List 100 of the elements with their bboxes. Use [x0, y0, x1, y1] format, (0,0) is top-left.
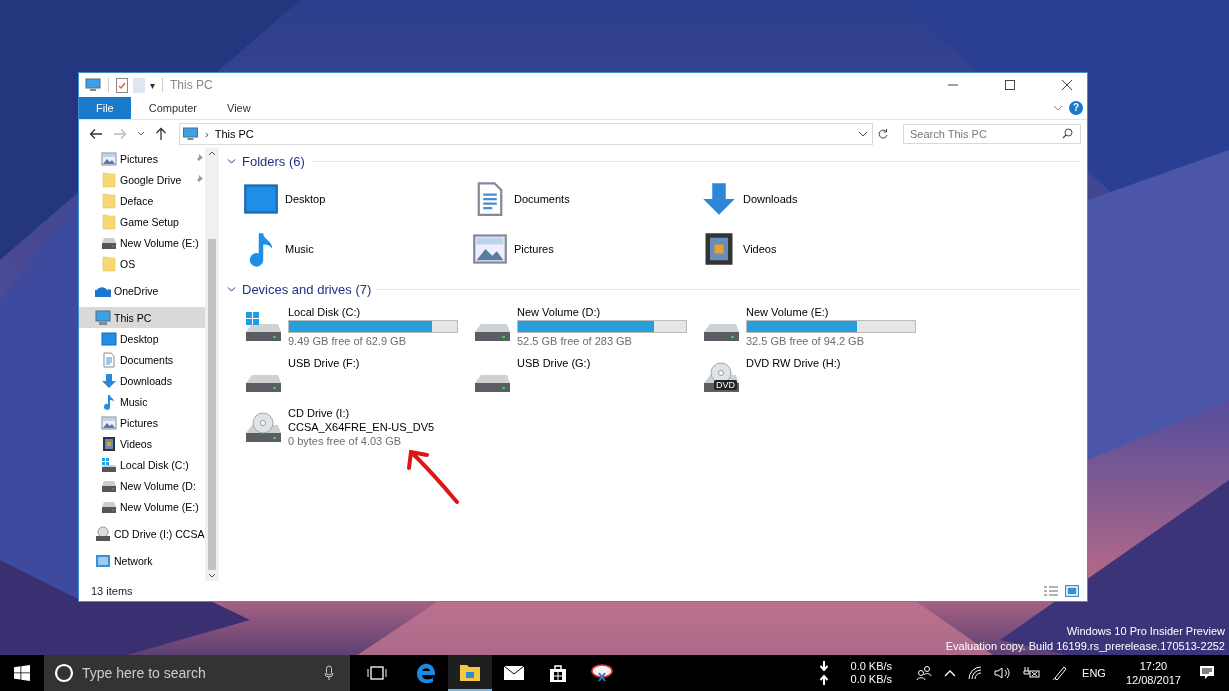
nav-item[interactable]: Music: [79, 391, 205, 412]
volume-label: CCSA_X64FRE_EN-US_DV5: [288, 421, 435, 433]
folder-name[interactable]: Music: [285, 243, 314, 255]
film-icon: [101, 435, 117, 452]
search-field[interactable]: Search This PC: [903, 124, 1081, 144]
nav-item[interactable]: Downloads: [79, 370, 205, 391]
chevron-up-icon[interactable]: [944, 669, 957, 677]
nav-item[interactable]: Pictures: [79, 148, 205, 169]
free-space-text: 0 bytes free of 4.03 GB: [288, 435, 403, 447]
scroll-down-icon[interactable]: [208, 573, 216, 579]
drive-name[interactable]: New Volume (D:): [517, 306, 687, 318]
ribbon-tab[interactable]: Computer: [136, 97, 210, 119]
up-arrow-icon[interactable]: [155, 127, 167, 141]
wifi-icon[interactable]: [968, 666, 983, 680]
folder-name[interactable]: Videos: [743, 243, 777, 255]
ribbon-tab[interactable]: View: [215, 97, 263, 119]
nav-item[interactable]: OS: [79, 253, 205, 274]
circle-icon[interactable]: [54, 663, 74, 683]
folder-icon: [459, 662, 481, 682]
microphone-icon[interactable]: [324, 665, 334, 681]
envelope-icon: [503, 665, 525, 681]
group-heading[interactable]: Folders (6): [242, 153, 305, 169]
folder-name[interactable]: Documents: [514, 193, 570, 205]
scissors-icon: [591, 662, 613, 684]
nav-item[interactable]: OneDrive: [79, 280, 205, 301]
nav-item[interactable]: Game Setup: [79, 211, 205, 232]
free-space-text: 9.49 GB free of 62.9 GB: [288, 335, 407, 347]
document-icon: [101, 351, 117, 368]
task-view-icon[interactable]: [367, 666, 387, 680]
free-space-text: 32.5 GB free of 94.2 GB: [746, 335, 865, 347]
back-arrow-icon[interactable]: [89, 128, 103, 140]
download-icon: [101, 372, 117, 389]
battery-icon[interactable]: [1022, 666, 1041, 680]
watermark-text: Evaluation copy. Build 16199.rs_prerelease.170513-2252: [945, 639, 1225, 654]
monitor-icon: [182, 127, 199, 141]
drive-name[interactable]: USB Drive (F:): [288, 357, 360, 369]
folder-name[interactable]: Downloads: [743, 193, 798, 205]
folder-icon: [101, 192, 117, 209]
windows-logo-icon[interactable]: [14, 665, 30, 681]
nav-item[interactable]: Pictures: [79, 412, 205, 433]
scrollbar-thumb[interactable]: [208, 239, 216, 570]
properties-icon[interactable]: [116, 77, 128, 93]
nav-item[interactable]: New Volume (E:): [79, 496, 205, 517]
speaker-icon[interactable]: [994, 666, 1011, 680]
nav-item[interactable]: Documents: [79, 349, 205, 370]
chevron-icon[interactable]: [858, 130, 868, 138]
pictures-folder-icon: [101, 150, 117, 167]
drive-name[interactable]: Local Disk (C:): [288, 306, 458, 318]
refresh-icon[interactable]: [877, 128, 889, 140]
help-button[interactable]: ?: [1069, 101, 1083, 115]
group-heading[interactable]: Devices and drives (7): [242, 281, 372, 297]
shopping-bag-icon: [548, 663, 568, 683]
drive-icon: [101, 456, 117, 473]
pictures-folder-icon: [101, 414, 117, 431]
folder-icon: [101, 213, 117, 230]
scroll-up-icon[interactable]: [208, 150, 216, 156]
item-count: 13 items: [91, 585, 133, 597]
network-speed-text: 0.0 KB/s: [850, 673, 893, 686]
clock[interactable]: 17:20 12/08/2017: [1125, 659, 1181, 687]
notifications-icon[interactable]: [1199, 665, 1215, 681]
nav-item[interactable]: CD Drive (I:) CCSA: [79, 523, 205, 544]
network-speed-text: 0.0 KB/s: [850, 660, 893, 673]
watermark-text: Windows 10 Pro Insider Preview: [1066, 624, 1225, 639]
monitor-icon: [95, 309, 111, 326]
drive-name[interactable]: CD Drive (I:): [288, 407, 435, 419]
ribbon-tab[interactable]: File: [79, 97, 131, 119]
people-icon[interactable]: [916, 665, 933, 681]
nav-item[interactable]: This PC: [79, 307, 205, 328]
nav-item[interactable]: Google Drive: [79, 169, 205, 190]
nav-item[interactable]: Local Disk (C:): [79, 454, 205, 475]
folder-name[interactable]: Pictures: [514, 243, 554, 255]
network-activity-icon[interactable]: [818, 660, 829, 686]
nav-item[interactable]: New Volume (D:: [79, 475, 205, 496]
language-indicator[interactable]: ENG: [1082, 667, 1106, 679]
nav-item[interactable]: Network: [79, 550, 205, 571]
search-icon[interactable]: [1062, 128, 1073, 139]
folder-icon: [101, 255, 117, 272]
pen-icon[interactable]: [1052, 665, 1069, 681]
taskbar-button[interactable]: [448, 655, 492, 691]
folder-name[interactable]: Desktop: [285, 193, 326, 205]
free-space-text: 52.5 GB free of 283 GB: [517, 335, 633, 347]
maximize-icon[interactable]: [1004, 79, 1016, 91]
large-icons-view-icon[interactable]: [1065, 585, 1079, 597]
nav-item[interactable]: Deface: [79, 190, 205, 211]
chevron-icon[interactable]: [137, 131, 145, 137]
window-title: This PC: [170, 78, 213, 92]
nav-item[interactable]: New Volume (E:): [79, 232, 205, 253]
music-note-icon: [101, 393, 117, 410]
customize-toolbar-button[interactable]: ▾: [150, 79, 155, 91]
drive-name[interactable]: USB Drive (G:): [517, 357, 591, 369]
drive-name[interactable]: DVD RW Drive (H:): [746, 357, 841, 369]
taskbar-search-field[interactable]: Type here to search: [44, 655, 350, 691]
monitor-icon[interactable]: [85, 78, 101, 92]
address-bar[interactable]: › This PC: [179, 123, 873, 145]
close-icon[interactable]: [1061, 79, 1073, 91]
network-icon: [95, 552, 111, 569]
download-icon[interactable]: [701, 181, 737, 217]
drive-name[interactable]: New Volume (E:): [746, 306, 916, 318]
nav-item[interactable]: Videos: [79, 433, 205, 454]
nav-item[interactable]: Desktop: [79, 328, 205, 349]
